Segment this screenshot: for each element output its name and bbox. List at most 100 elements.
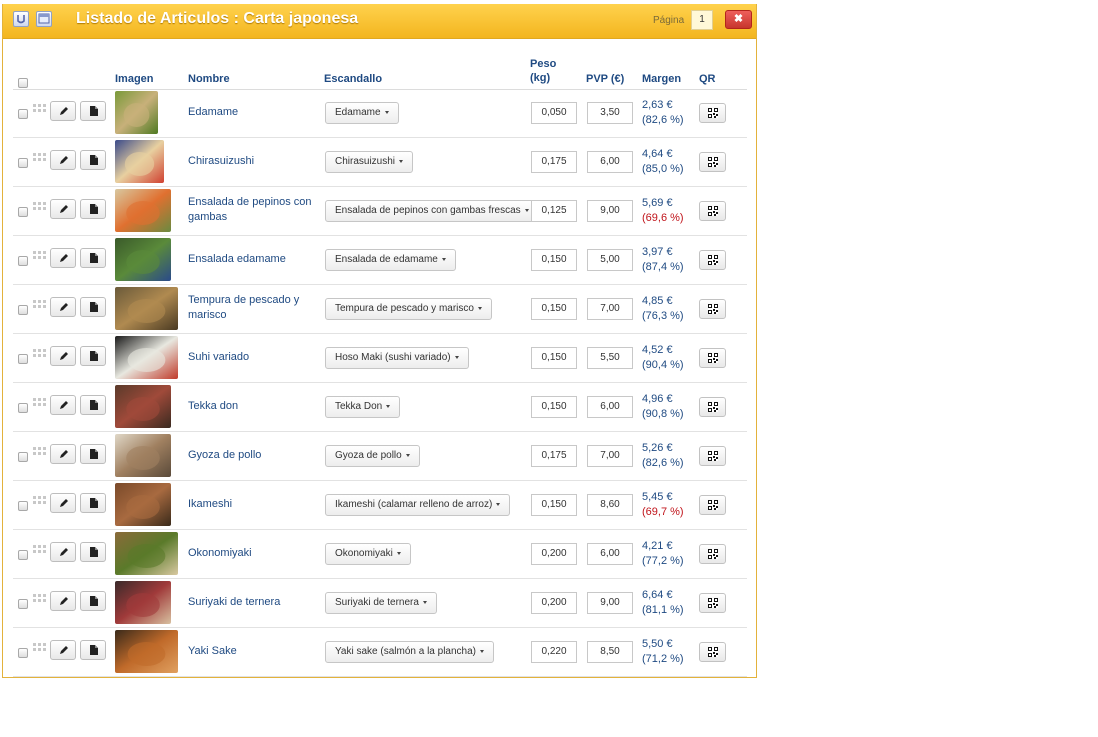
document-button[interactable]: [80, 248, 106, 268]
article-name-link[interactable]: Yaki Sake: [188, 644, 316, 659]
row-checkbox[interactable]: [18, 452, 28, 462]
edit-button[interactable]: [50, 493, 76, 513]
article-name-link[interactable]: Ensalada de pepinos con gambas: [188, 195, 316, 225]
qr-button[interactable]: [699, 152, 726, 172]
edit-button[interactable]: [50, 640, 76, 660]
qr-button[interactable]: [699, 397, 726, 417]
document-button[interactable]: [80, 493, 106, 513]
pvp-input[interactable]: 5,50: [587, 347, 633, 369]
article-name-link[interactable]: Chirasuizushi: [188, 154, 316, 169]
escandallo-dropdown[interactable]: Edamame: [325, 102, 399, 124]
row-checkbox[interactable]: [18, 207, 28, 217]
qr-button[interactable]: [699, 348, 726, 368]
drag-handle-icon[interactable]: [33, 398, 47, 410]
row-checkbox[interactable]: [18, 109, 28, 119]
drag-handle-icon[interactable]: [33, 251, 47, 263]
row-checkbox[interactable]: [18, 648, 28, 658]
pvp-input[interactable]: 3,50: [587, 102, 633, 124]
qr-button[interactable]: [699, 642, 726, 662]
qr-button[interactable]: [699, 544, 726, 564]
article-name-link[interactable]: Tekka don: [188, 399, 316, 414]
peso-input[interactable]: 0,150: [531, 249, 577, 271]
edit-button[interactable]: [50, 542, 76, 562]
edit-button[interactable]: [50, 199, 76, 219]
escandallo-dropdown[interactable]: Ensalada de pepinos con gambas frescas: [325, 200, 539, 222]
drag-handle-icon[interactable]: [33, 349, 47, 361]
window-menu-icon[interactable]: [13, 11, 29, 27]
peso-input[interactable]: 0,150: [531, 494, 577, 516]
row-checkbox[interactable]: [18, 158, 28, 168]
document-button[interactable]: [80, 346, 106, 366]
edit-button[interactable]: [50, 395, 76, 415]
escandallo-dropdown[interactable]: Chirasuizushi: [325, 151, 414, 173]
qr-button[interactable]: [699, 495, 726, 515]
escandallo-dropdown[interactable]: Suriyaki de ternera: [325, 592, 437, 614]
qr-button[interactable]: [699, 446, 726, 466]
peso-input[interactable]: 0,150: [531, 347, 577, 369]
edit-button[interactable]: [50, 444, 76, 464]
window-minimize-icon[interactable]: [36, 11, 52, 27]
article-name-link[interactable]: Edamame: [188, 105, 316, 120]
row-checkbox[interactable]: [18, 599, 28, 609]
drag-handle-icon[interactable]: [33, 496, 47, 508]
drag-handle-icon[interactable]: [33, 153, 47, 165]
peso-input[interactable]: 0,150: [531, 298, 577, 320]
article-name-link[interactable]: Ensalada edamame: [188, 252, 316, 267]
pvp-input[interactable]: 8,50: [587, 641, 633, 663]
edit-button[interactable]: [50, 346, 76, 366]
pvp-input[interactable]: 9,00: [587, 592, 633, 614]
escandallo-dropdown[interactable]: Ensalada de edamame: [325, 249, 456, 271]
qr-button[interactable]: [699, 593, 726, 613]
select-all-checkbox[interactable]: [18, 78, 28, 88]
row-checkbox[interactable]: [18, 550, 28, 560]
document-button[interactable]: [80, 591, 106, 611]
peso-input[interactable]: 0,175: [531, 445, 577, 467]
document-button[interactable]: [80, 101, 106, 121]
article-name-link[interactable]: Gyoza de pollo: [188, 448, 316, 463]
escandallo-dropdown[interactable]: Ikameshi (calamar relleno de arroz): [325, 494, 511, 516]
article-name-link[interactable]: Suriyaki de ternera: [188, 595, 316, 610]
drag-handle-icon[interactable]: [33, 643, 47, 655]
qr-button[interactable]: [699, 250, 726, 270]
escandallo-dropdown[interactable]: Hoso Maki (sushi variado): [325, 347, 469, 369]
escandallo-dropdown[interactable]: Tekka Don: [325, 396, 401, 418]
document-button[interactable]: [80, 297, 106, 317]
peso-input[interactable]: 0,200: [531, 543, 577, 565]
document-button[interactable]: [80, 542, 106, 562]
edit-button[interactable]: [50, 150, 76, 170]
edit-button[interactable]: [50, 248, 76, 268]
document-button[interactable]: [80, 199, 106, 219]
article-name-link[interactable]: Tempura de pescado y marisco: [188, 293, 316, 323]
article-name-link[interactable]: Suhi variado: [188, 350, 316, 365]
row-checkbox[interactable]: [18, 403, 28, 413]
pvp-input[interactable]: 9,00: [587, 200, 633, 222]
peso-input[interactable]: 0,220: [531, 641, 577, 663]
row-checkbox[interactable]: [18, 354, 28, 364]
close-button[interactable]: ✖: [725, 10, 752, 29]
drag-handle-icon[interactable]: [33, 545, 47, 557]
qr-button[interactable]: [699, 103, 726, 123]
article-name-link[interactable]: Ikameshi: [188, 497, 316, 512]
article-name-link[interactable]: Okonomiyaki: [188, 546, 316, 561]
pvp-input[interactable]: 7,00: [587, 445, 633, 467]
peso-input[interactable]: 0,175: [531, 151, 577, 173]
pvp-input[interactable]: 7,00: [587, 298, 633, 320]
document-button[interactable]: [80, 444, 106, 464]
drag-handle-icon[interactable]: [33, 104, 47, 116]
row-checkbox[interactable]: [18, 501, 28, 511]
edit-button[interactable]: [50, 591, 76, 611]
document-button[interactable]: [80, 640, 106, 660]
edit-button[interactable]: [50, 101, 76, 121]
row-checkbox[interactable]: [18, 305, 28, 315]
peso-input[interactable]: 0,050: [531, 102, 577, 124]
drag-handle-icon[interactable]: [33, 300, 47, 312]
drag-handle-icon[interactable]: [33, 202, 47, 214]
pvp-input[interactable]: 8,60: [587, 494, 633, 516]
pvp-input[interactable]: 6,00: [587, 151, 633, 173]
drag-handle-icon[interactable]: [33, 447, 47, 459]
page-number-input[interactable]: 1: [691, 10, 713, 30]
drag-handle-icon[interactable]: [33, 594, 47, 606]
pvp-input[interactable]: 5,00: [587, 249, 633, 271]
escandallo-dropdown[interactable]: Gyoza de pollo: [325, 445, 420, 467]
qr-button[interactable]: [699, 201, 726, 221]
